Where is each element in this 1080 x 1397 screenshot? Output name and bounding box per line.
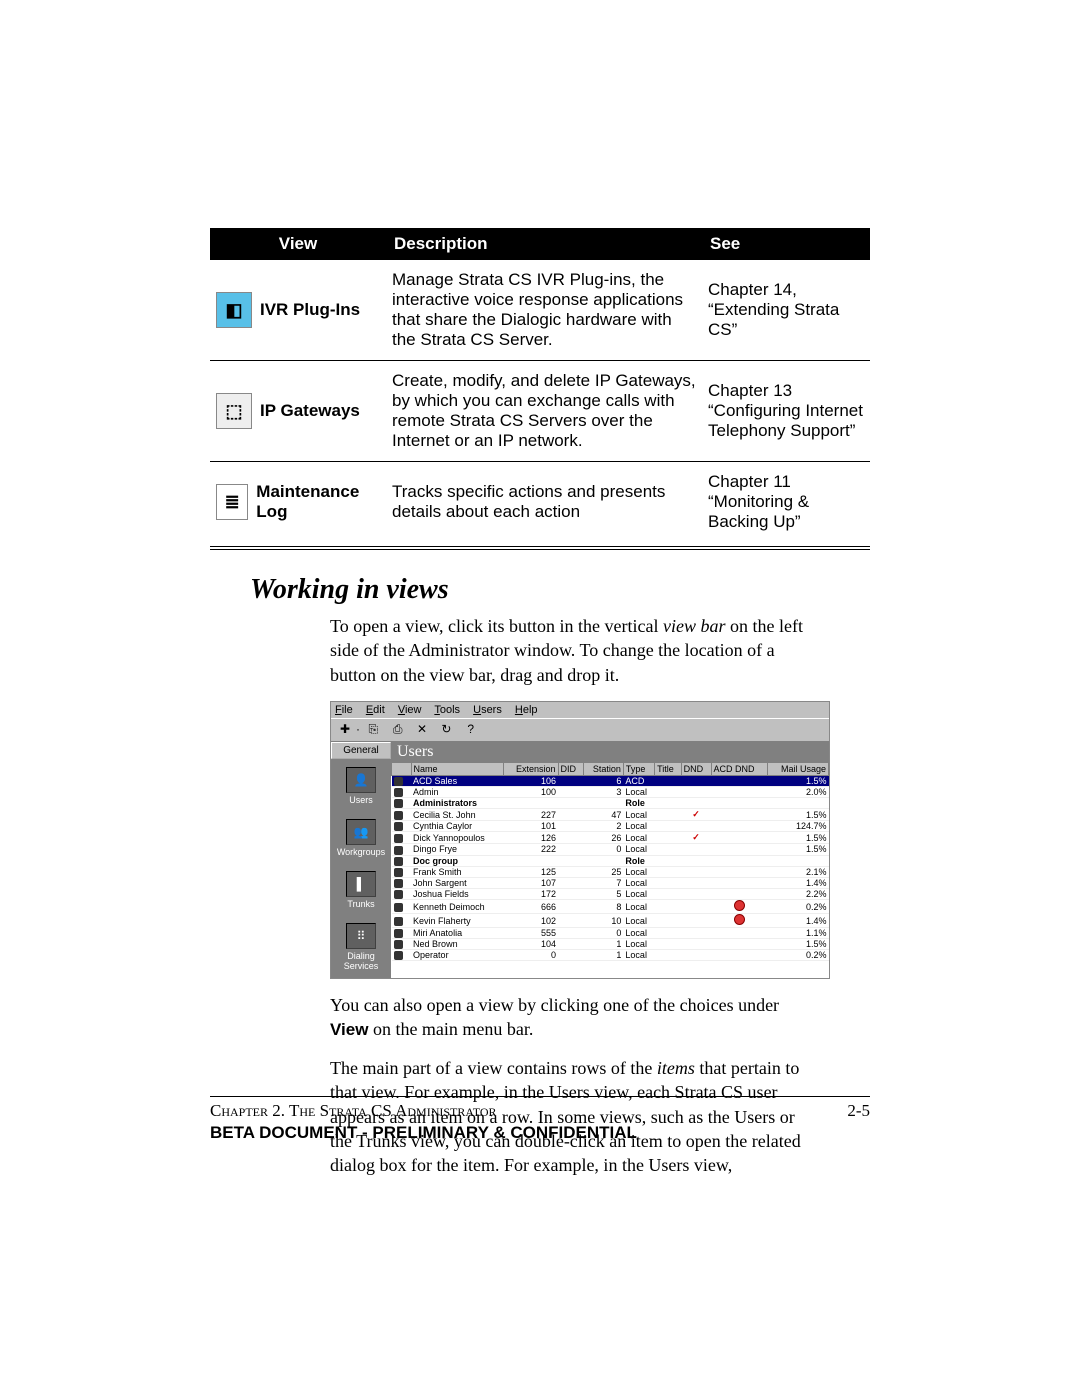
view-title: Users	[391, 742, 829, 762]
row-view: IP Gateways	[260, 401, 360, 421]
table-row[interactable]: ACD Sales1066ACD1.5%	[392, 775, 829, 786]
table-row[interactable]: Frank Smith12525Local2.1%	[392, 866, 829, 877]
row-see: Chapter 13 “Configuring Internet Telepho…	[702, 361, 870, 462]
sidebar-item-dialing[interactable]: ⠿Dialing Services	[331, 915, 391, 977]
row-see: Chapter 14, “Extending Strata CS”	[702, 260, 870, 361]
table-row[interactable]: Cecilia St. John22747Local✓1.5%	[392, 809, 829, 821]
menu-users[interactable]: Users	[473, 704, 502, 716]
table-row[interactable]: Dingo Frye2220Local1.5%	[392, 844, 829, 855]
users-icon: 👤	[346, 767, 376, 793]
toolbar-delete-icon[interactable]: ✕	[412, 721, 432, 739]
trunks-icon: ▌	[346, 871, 376, 897]
table-row[interactable]: Admin1003Local2.0%	[392, 787, 829, 798]
menu-view[interactable]: View	[398, 704, 422, 716]
sidebar-item-trunks[interactable]: ▌Trunks	[331, 863, 391, 915]
table-row[interactable]: Kevin Flaherty10210Local1.4%	[392, 914, 829, 928]
table-row: ◧ IVR Plug-Ins Manage Strata CS IVR Plug…	[210, 260, 870, 361]
row-desc: Create, modify, and delete IP Gateways, …	[386, 361, 702, 462]
th-see: See	[702, 228, 870, 260]
menu-bar[interactable]: File Edit View Tools Users Help	[331, 702, 829, 718]
toolbar-help-icon[interactable]: ?	[461, 721, 481, 739]
table-row[interactable]: Kenneth Deimoch6668Local0.2%	[392, 900, 829, 914]
toolbar-print-icon[interactable]: ⎙	[388, 721, 408, 739]
ip-gateways-icon: ⬚	[216, 393, 252, 429]
table-row[interactable]: Operator01Local0.2%	[392, 950, 829, 961]
sidebar-tab-general[interactable]: General	[331, 742, 391, 759]
table-row[interactable]: Joshua Fields1725Local2.2%	[392, 888, 829, 899]
menu-file[interactable]: File	[335, 704, 353, 716]
footer-confidential: BETA DOCUMENT - PRELIMINARY & CONFIDENTI…	[210, 1123, 870, 1143]
footer-page-number: 2-5	[847, 1101, 870, 1121]
menu-edit[interactable]: Edit	[366, 704, 385, 716]
table-row: ⬚ IP Gateways Create, modify, and delete…	[210, 361, 870, 462]
row-see: Chapter 11 “Monitoring & Backing Up”	[702, 462, 870, 543]
footer-chapter: Chapter 2. The Strata CS Administrator	[210, 1101, 497, 1121]
paragraph: You can also open a view by clicking one…	[330, 993, 820, 1042]
toolbar-refresh-icon[interactable]: ↻	[436, 721, 456, 739]
table-end-rule	[210, 546, 870, 550]
row-view: IVR Plug-Ins	[260, 300, 360, 320]
table-row[interactable]: Cynthia Caylor1012Local124.7%	[392, 821, 829, 832]
view-bar[interactable]: General 👤Users 👥Workgroups ▌Trunks ⠿Dial…	[331, 742, 391, 979]
users-grid[interactable]: Name Extension DID Station Type Title DN…	[391, 762, 829, 979]
paragraph: To open a view, click its button in the …	[330, 614, 820, 687]
section-heading: Working in views	[250, 574, 870, 606]
sidebar-item-workgroups[interactable]: 👥Workgroups	[331, 811, 391, 863]
table-row[interactable]: John Sargent1077Local1.4%	[392, 877, 829, 888]
menu-help[interactable]: Help	[515, 704, 538, 716]
dialing-icon: ⠿	[346, 923, 376, 949]
table-row: ≣ Maintenance Log Tracks specific action…	[210, 462, 870, 543]
workgroups-icon: 👥	[346, 819, 376, 845]
row-desc: Manage Strata CS IVR Plug-ins, the inter…	[386, 260, 702, 361]
view-description-table: View Description See ◧ IVR Plug-Ins Mana…	[210, 228, 870, 542]
ivr-plugins-icon: ◧	[216, 292, 252, 328]
menu-tools[interactable]: Tools	[434, 704, 460, 716]
table-row[interactable]: Ned Brown1041Local1.5%	[392, 939, 829, 950]
th-desc: Description	[386, 228, 702, 260]
page-footer: Chapter 2. The Strata CS Administrator 2…	[210, 1096, 870, 1143]
table-row[interactable]: Dick Yannopoulos12626Local✓1.5%	[392, 832, 829, 844]
row-view: Maintenance Log	[256, 482, 380, 522]
row-desc: Tracks specific actions and presents det…	[386, 462, 702, 543]
table-row[interactable]: Miri Anatolia5550Local1.1%	[392, 928, 829, 939]
maintenance-log-icon: ≣	[216, 484, 248, 520]
table-row[interactable]: Doc groupRole	[392, 855, 829, 866]
sidebar-item-users[interactable]: 👤Users	[331, 759, 391, 811]
toolbar-new-icon[interactable]: ✚	[335, 721, 355, 739]
table-row[interactable]: AdministratorsRole	[392, 798, 829, 809]
admin-screenshot: File Edit View Tools Users Help ✚· ⎘ ⎙ ✕…	[330, 701, 830, 979]
toolbar-copy-icon[interactable]: ⎘	[363, 721, 383, 739]
th-view: View	[210, 228, 386, 260]
toolbar: ✚· ⎘ ⎙ ✕ ↻ ?	[331, 718, 829, 742]
